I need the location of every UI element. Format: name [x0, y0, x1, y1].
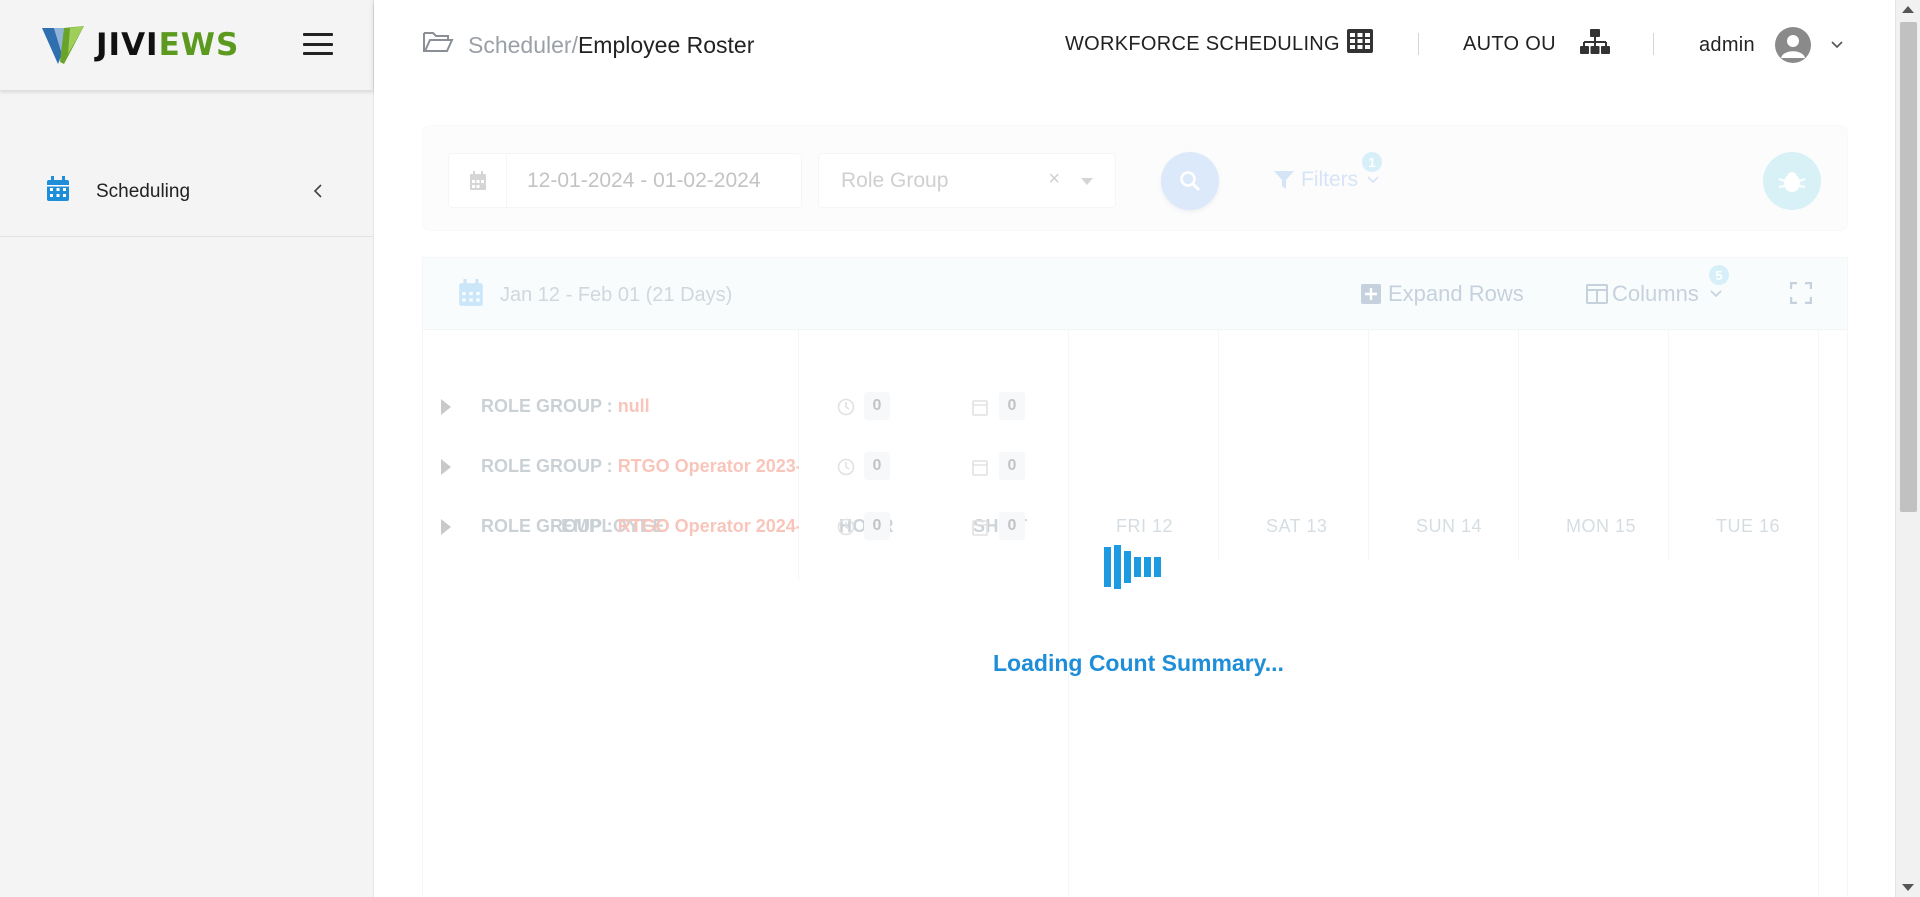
table-row[interactable]: ROLE GROUP : RTGO Operator 2023- 0 0 [423, 444, 1073, 490]
logo-text-part2: EWS [158, 27, 240, 63]
clock-icon [837, 398, 855, 421]
avatar[interactable] [1775, 27, 1811, 63]
day-header: TUE 16 [1716, 516, 1781, 536]
expand-caret-icon[interactable] [441, 459, 451, 475]
chevron-down-icon [1367, 176, 1379, 184]
user-name[interactable]: admin [1699, 34, 1755, 57]
breadcrumb: Scheduler/Employee Roster [422, 30, 754, 60]
clock-icon [837, 518, 855, 541]
calendar-check-icon [972, 398, 988, 421]
search-button[interactable] [1161, 152, 1219, 210]
columns-icon [1586, 284, 1608, 304]
scroll-up-icon[interactable] [1902, 6, 1914, 13]
hamburger-menu-icon[interactable] [303, 33, 333, 55]
expand-rows-button[interactable]: Expand Rows [1361, 281, 1524, 307]
scroll-thumb[interactable] [1900, 22, 1917, 512]
grid-toolbar: Jan 12 - Feb 01 (21 Days) Expand Rows Co… [423, 258, 1847, 330]
role-group-name: RTGO Operator 2023- [617, 456, 799, 476]
sidebar: JIVIEWS Scheduling [0, 0, 374, 897]
role-group-name: RTGO Operator 2024- [617, 516, 799, 536]
breadcrumb-root[interactable]: Scheduler/ [468, 32, 578, 59]
columns-button[interactable]: Columns [1586, 281, 1723, 307]
logo-text-part1: JIVI [96, 27, 159, 63]
table-row[interactable]: ROLE GROUP : null 0 0 [423, 384, 1073, 430]
day-header: SUN 14 [1416, 516, 1483, 536]
main-content: 12-01-2024 - 01-02-2024 Role Group × Fil… [374, 90, 1895, 897]
chevron-down-icon[interactable] [1830, 37, 1844, 55]
date-range-label: Jan 12 - Feb 01 (21 Days) [500, 284, 733, 306]
folder-open-icon [422, 30, 454, 60]
logo-icon [40, 24, 86, 66]
calendar-icon [449, 154, 507, 207]
shifts-count: 0 [999, 452, 1025, 480]
filters-button[interactable]: Filters [1273, 168, 1380, 192]
divider [1368, 330, 1369, 560]
breadcrumb-current: Employee Roster [577, 31, 755, 58]
role-group-prefix: ROLE GROUP : [481, 396, 618, 416]
shifts-count: 0 [999, 512, 1025, 540]
calendar-check-icon [972, 458, 988, 481]
divider [1818, 330, 1819, 897]
brand-header: JIVIEWS [0, 0, 373, 90]
filters-count-badge: 1 [1362, 152, 1382, 172]
expand-rows-label: Expand Rows [1388, 281, 1524, 306]
day-header: FRI 12 [1116, 516, 1174, 536]
plus-square-icon [1361, 284, 1381, 304]
expand-caret-icon[interactable] [441, 399, 451, 415]
chevron-down-icon [1710, 290, 1722, 298]
logo-text: JIVIEWS [96, 27, 239, 63]
divider [1418, 33, 1419, 55]
role-group-prefix: ROLE GROUP : [481, 456, 618, 476]
divider [1653, 33, 1654, 55]
fullscreen-icon[interactable] [1789, 281, 1813, 309]
role-group-prefix: ROLE GROUP : [481, 516, 618, 536]
search-icon [1180, 171, 1201, 192]
columns-label: Columns [1612, 281, 1699, 306]
loading-message: Loading Count Summary... [993, 650, 1284, 676]
scrollbar[interactable] [1895, 0, 1920, 897]
date-range-picker[interactable]: 12-01-2024 - 01-02-2024 [448, 153, 802, 208]
divider [1218, 330, 1219, 560]
divider [1518, 330, 1519, 560]
calendar-check-icon [972, 518, 988, 541]
table-row[interactable]: ROLE GROUP : RTGO Operator 2024- 0 0 [423, 504, 1073, 550]
shifts-count: 0 [999, 392, 1025, 420]
dropdown-arrow-icon[interactable] [1081, 178, 1093, 185]
role-group-select[interactable]: Role Group × [818, 153, 1116, 208]
grid-table-icon[interactable] [1346, 28, 1374, 59]
filter-icon [1274, 171, 1294, 189]
loading-spinner-icon [1104, 545, 1166, 594]
filters-label: Filters [1301, 168, 1359, 191]
role-group-placeholder: Role Group [841, 168, 949, 192]
calendar-icon [458, 279, 484, 312]
bug-report-button[interactable] [1763, 152, 1821, 210]
bug-icon [1778, 172, 1806, 192]
clear-icon[interactable]: × [1048, 168, 1060, 191]
divider [1668, 330, 1669, 560]
role-group-label: ROLE GROUP : null [481, 396, 799, 417]
day-header: SAT 13 [1266, 516, 1328, 536]
calendar-icon [46, 176, 70, 207]
module-label[interactable]: WORKFORCE SCHEDULING [1065, 33, 1340, 56]
sidebar-item-label: Scheduling [96, 180, 191, 202]
hours-count: 0 [864, 512, 890, 540]
sidebar-item-scheduling[interactable]: Scheduling [0, 147, 373, 237]
top-header: Scheduler/Employee Roster WORKFORCE SCHE… [374, 0, 1895, 90]
hours-count: 0 [864, 452, 890, 480]
chevron-left-icon[interactable] [313, 182, 323, 205]
role-group-name: null [617, 396, 650, 416]
date-range-value: 12-01-2024 - 01-02-2024 [527, 168, 761, 192]
expand-caret-icon[interactable] [441, 519, 451, 535]
columns-count-badge: 5 [1709, 265, 1729, 285]
filter-bar: 12-01-2024 - 01-02-2024 Role Group × Fil… [422, 125, 1848, 231]
ou-label[interactable]: AUTO OU [1463, 33, 1556, 56]
day-header: MON 15 [1566, 516, 1637, 536]
org-chart-icon[interactable] [1579, 28, 1611, 61]
role-group-label: ROLE GROUP : RTGO Operator 2023- [481, 456, 799, 477]
clock-icon [837, 458, 855, 481]
role-group-label: ROLE GROUP : RTGO Operator 2024- [481, 516, 799, 537]
hours-count: 0 [864, 392, 890, 420]
scroll-down-icon[interactable] [1902, 884, 1914, 891]
